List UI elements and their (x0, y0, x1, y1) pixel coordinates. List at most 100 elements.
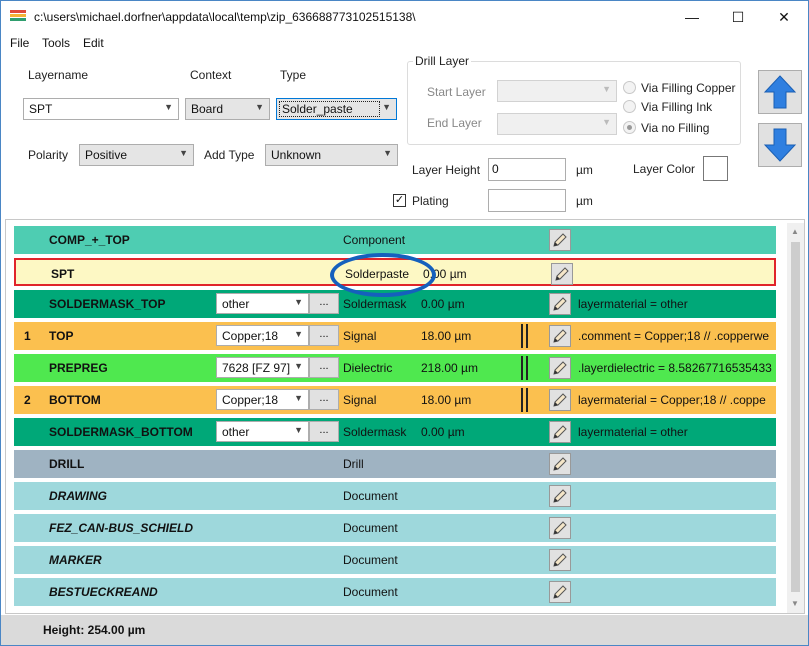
edit-layer-button[interactable] (549, 485, 571, 507)
layer-context: Soldermask (343, 297, 407, 311)
chevron-down-icon: ▼ (294, 297, 303, 307)
menu-file[interactable]: File (10, 36, 29, 50)
edit-layer-button[interactable] (549, 357, 571, 379)
pencil-icon (550, 393, 570, 413)
maximize-button[interactable]: ☐ (715, 1, 761, 33)
material-combo[interactable]: other ▼ (216, 421, 309, 442)
edit-layer-button[interactable] (549, 389, 571, 411)
layer-marker-bar (521, 356, 528, 380)
vertical-scrollbar[interactable]: ▲ ▼ (787, 223, 804, 613)
chevron-down-icon: ▼ (294, 393, 303, 403)
layer-note: layermaterial = other (578, 425, 688, 439)
scroll-down-icon[interactable]: ▼ (791, 599, 799, 608)
chevron-down-icon: ▼ (383, 148, 392, 158)
layer-name: COMP_+_TOP (49, 233, 130, 247)
layername-combo[interactable]: SPT ▼ (23, 98, 179, 120)
menu-tools[interactable]: Tools (42, 36, 70, 50)
layer-context: Document (343, 585, 398, 599)
edit-layer-button[interactable] (549, 517, 571, 539)
status-bar: Height: 254.00 µm (1, 615, 808, 645)
via-filling-copper-radio[interactable] (623, 81, 636, 94)
material-browse-button[interactable]: ... (309, 293, 339, 314)
polarity-combo[interactable]: Positive ▼ (79, 144, 194, 166)
layer-context: Drill (343, 457, 364, 471)
pencil-icon (550, 425, 570, 445)
material-combo[interactable]: other ▼ (216, 293, 309, 314)
close-button[interactable]: ✕ (761, 1, 807, 33)
plating-checkbox[interactable]: ✓ (393, 194, 406, 207)
layer-thickness: 0.00 µm (421, 297, 465, 311)
layer-marker-bar (521, 388, 528, 412)
minimize-button[interactable]: — (669, 1, 715, 33)
layer-height-input[interactable]: 0 (488, 158, 566, 181)
context-label: Context (190, 68, 232, 82)
end-layer-label: End Layer (427, 116, 482, 130)
pencil-icon (550, 329, 570, 349)
layer-height-label: Layer Height (412, 163, 481, 177)
layer-row[interactable]: PREPREG 7628 [FZ 97] ▼... Dielectric 218.00 … (14, 354, 776, 382)
material-combo[interactable]: 7628 [FZ 97] ▼ (216, 357, 309, 378)
layer-row[interactable]: SOLDERMASK_BOTTOM other ▼... Soldermask 0.00… (14, 418, 776, 446)
via-filling-ink-radio[interactable] (623, 100, 636, 113)
menu-edit[interactable]: Edit (83, 36, 104, 50)
pencil-icon (550, 297, 570, 317)
material-value: Copper;18 (222, 329, 279, 343)
edit-layer-button[interactable] (549, 581, 571, 603)
edit-layer-button[interactable] (549, 293, 571, 315)
layer-row[interactable]: DRAWING Document (14, 482, 776, 510)
type-combo[interactable]: Solder_paste ▼ (276, 98, 397, 120)
arrow-up-icon (763, 75, 797, 109)
end-layer-combo[interactable]: ▼ (497, 113, 617, 135)
via-no-filling-radio[interactable] (623, 121, 636, 134)
context-value: Board (191, 102, 224, 116)
layer-color-swatch[interactable] (703, 156, 728, 181)
edit-layer-button[interactable] (549, 325, 571, 347)
layer-row[interactable]: FEZ_CAN-BUS_SCHIELD Document (14, 514, 776, 542)
edit-layer-button[interactable] (549, 229, 571, 251)
layer-row[interactable]: BESTUECKREAND Document (14, 578, 776, 606)
material-browse-button[interactable]: ... (309, 325, 339, 346)
layer-row[interactable]: 1 TOP Copper;18 ▼... Signal 18.00 µm .comment … (14, 322, 776, 350)
move-down-button[interactable] (758, 123, 802, 167)
layer-name: DRILL (49, 457, 85, 471)
layer-row[interactable]: 2 BOTTOM Copper;18 ▼... Signal 18.00 µm layerm… (14, 386, 776, 414)
context-combo[interactable]: Board ▼ (185, 98, 270, 120)
pencil-icon (552, 267, 572, 287)
layer-thickness: 18.00 µm (421, 393, 472, 407)
polarity-value: Positive (85, 148, 128, 162)
material-browse-button[interactable]: ... (309, 389, 339, 410)
pencil-icon (550, 585, 570, 605)
material-combo[interactable]: Copper;18 ▼ (216, 325, 309, 346)
layer-number: 2 (24, 393, 31, 407)
scroll-up-icon[interactable]: ▲ (791, 227, 799, 236)
layer-name: TOP (49, 329, 74, 343)
layer-row[interactable]: MARKER Document (14, 546, 776, 574)
material-value: other (222, 425, 250, 439)
layer-name: MARKER (49, 553, 102, 567)
annotation-ellipse (330, 253, 436, 297)
layer-row[interactable]: DRILL Drill (14, 450, 776, 478)
drill-layer-title: Drill Layer (413, 54, 472, 68)
move-up-button[interactable] (758, 70, 802, 114)
chevron-down-icon: ▼ (255, 102, 264, 112)
pencil-icon (550, 489, 570, 509)
scroll-thumb[interactable] (791, 242, 800, 592)
edit-layer-button[interactable] (549, 421, 571, 443)
polarity-label: Polarity (28, 148, 69, 162)
start-layer-combo[interactable]: ▼ (497, 80, 617, 102)
via-no-filling-label: Via no Filling (641, 121, 710, 135)
total-height: Height: 254.00 µm (43, 623, 146, 637)
material-browse-button[interactable]: ... (309, 357, 339, 378)
layer-context: Signal (343, 329, 377, 343)
chevron-down-icon: ▼ (179, 148, 188, 158)
edit-layer-button[interactable] (549, 453, 571, 475)
edit-layer-button[interactable] (549, 549, 571, 571)
layername-value: SPT (29, 102, 53, 116)
plating-input[interactable] (488, 189, 566, 212)
addtype-combo[interactable]: Unknown ▼ (265, 144, 398, 166)
layer-row[interactable]: COMP_+_TOP Component (14, 226, 776, 254)
via-filling-copper-label: Via Filling Copper (641, 81, 736, 95)
edit-layer-button[interactable] (551, 263, 573, 285)
material-browse-button[interactable]: ... (309, 421, 339, 442)
material-combo[interactable]: Copper;18 ▼ (216, 389, 309, 410)
